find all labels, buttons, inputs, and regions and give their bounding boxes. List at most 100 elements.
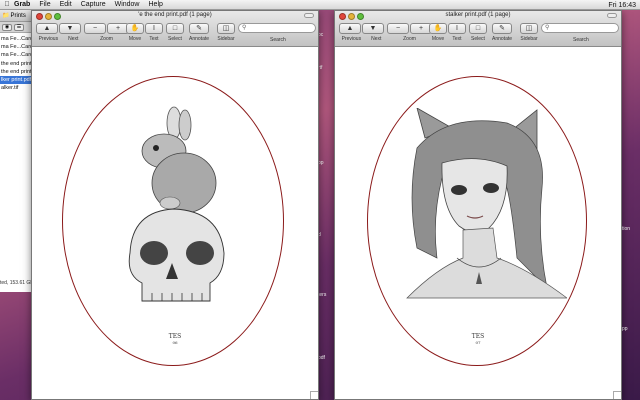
text-label: Text — [452, 36, 462, 42]
annotate-tool: ✎ Annotate — [492, 23, 512, 42]
text-cursor-icon[interactable]: I — [145, 23, 163, 34]
cat-girl-drawing — [406, 108, 567, 299]
sidebar-icon[interactable]: ◫ — [520, 23, 538, 34]
menu-extras: Fri 16:43 — [608, 0, 636, 10]
menu-help[interactable]: Help — [149, 1, 163, 8]
next-label: Next — [371, 36, 382, 42]
zoom-group: − + Zoom — [387, 23, 432, 42]
artist-signature: TES 07 — [463, 333, 493, 345]
move-tool: ✋ Move — [429, 23, 447, 42]
clock[interactable]: Fri 16:43 — [608, 2, 636, 9]
previous-label: Previous — [341, 36, 362, 42]
sidebar-label: Sidebar — [217, 36, 235, 42]
zoom-group: − + Zoom — [84, 23, 129, 42]
previous-next-group: ▲ ▼ Previous Next — [36, 23, 81, 42]
previous-button[interactable]: ▲ — [339, 23, 361, 34]
preview-window-left: 'e the end print.pdf (1 page) ▲ ▼ Previo… — [31, 10, 319, 400]
finder-file-list: ma Fe...Cards ma Fe...Cards ma Fe...Card… — [0, 33, 33, 92]
list-item-selected[interactable]: lker print.pdf — [0, 76, 33, 85]
move-label: Move — [128, 36, 142, 42]
search-label: Search — [270, 37, 286, 43]
zoom-out-button[interactable]: − — [387, 23, 409, 34]
desktop-icon-label[interactable]: pdf — [318, 355, 325, 361]
list-item[interactable]: ma Fe...Cards — [0, 35, 33, 43]
search-input[interactable]: ⚲ — [541, 23, 619, 33]
sidebar-tool: ◫ Sidebar — [520, 23, 538, 42]
select-icon[interactable]: □ — [166, 23, 184, 34]
search-icon: ⚲ — [242, 25, 247, 31]
next-button[interactable]: ▼ — [362, 23, 384, 34]
toolbar-toggle-button[interactable] — [607, 13, 617, 18]
list-item[interactable]: the end print. — [0, 68, 33, 76]
annotate-label: Annotate — [492, 36, 513, 42]
finder-window: 📁 Prints ◉ ☰ ma Fe...Cards ma Fe...Cards… — [0, 10, 34, 292]
desktop-icon-label[interactable]: tion — [622, 226, 630, 232]
text-tool: I Text — [145, 23, 163, 42]
annotate-icon[interactable]: ✎ — [189, 23, 210, 34]
menu-window[interactable]: Window — [115, 1, 140, 8]
toolbar-toggle-button[interactable] — [304, 13, 314, 18]
previous-button[interactable]: ▲ — [36, 23, 58, 34]
previous-label: Previous — [38, 36, 59, 42]
move-tool: ✋ Move — [126, 23, 144, 42]
signature-year: 07 — [475, 340, 481, 345]
select-label: Select — [471, 36, 485, 42]
next-button[interactable]: ▼ — [59, 23, 81, 34]
select-icon[interactable]: □ — [469, 23, 487, 34]
hand-icon[interactable]: ✋ — [429, 23, 447, 34]
text-label: Text — [149, 36, 159, 42]
finder-toolbar: ◉ ☰ — [0, 22, 33, 33]
annotate-tool: ✎ Annotate — [189, 23, 209, 42]
apple-menu-icon[interactable]:  — [0, 1, 14, 8]
select-label: Select — [168, 36, 182, 42]
menu-file[interactable]: File — [39, 1, 50, 8]
select-tool: □ Select — [166, 23, 184, 42]
menu-capture[interactable]: Capture — [81, 1, 106, 8]
finder-title: 📁 Prints — [0, 10, 33, 22]
annotate-icon[interactable]: ✎ — [492, 23, 513, 34]
zoom-out-button[interactable]: − — [84, 23, 106, 34]
rabbit-skull-drawing — [128, 106, 225, 302]
desktop-icon-label[interactable]: ters — [318, 292, 326, 298]
zoom-label: Zoom — [403, 36, 416, 42]
sidebar-label: Sidebar — [520, 36, 538, 42]
zoom-label: Zoom — [100, 36, 113, 42]
resize-handle[interactable] — [613, 391, 621, 399]
next-label: Next — [68, 36, 79, 42]
signature-text: TES — [471, 333, 485, 340]
window-title: 'e the end print.pdf (1 page) — [138, 12, 212, 18]
list-item[interactable]: ma Fe...Cards — [0, 43, 33, 51]
list-item[interactable]: ma Fe...Cards — [0, 51, 33, 59]
sidebar-tool: ◫ Sidebar — [217, 23, 235, 42]
list-item[interactable]: alker.tif — [0, 84, 33, 92]
signature-text: TES — [168, 333, 182, 340]
sidebar-icon[interactable]: ◫ — [217, 23, 235, 34]
desktop-icon-label[interactable]: pp — [622, 326, 628, 332]
finder-title-text: Prints — [10, 12, 26, 19]
preview-window-right: stalker print.pdf (1 page) ▲ ▼ Previous … — [334, 10, 622, 400]
text-cursor-icon[interactable]: I — [448, 23, 466, 34]
select-tool: □ Select — [469, 23, 487, 42]
text-tool: I Text — [448, 23, 466, 42]
search-icon: ⚲ — [545, 25, 550, 31]
window-toolbar: 'e the end print.pdf (1 page) ▲ ▼ Previo… — [32, 11, 318, 47]
search-input[interactable]: ⚲ — [238, 23, 316, 33]
list-item[interactable]: the end print. — [0, 60, 33, 68]
annotate-label: Annotate — [189, 36, 210, 42]
eye-icon[interactable]: ◉ — [2, 23, 12, 31]
signature-year: 06 — [172, 340, 178, 345]
menu-app-name[interactable]: Grab — [14, 1, 30, 8]
hand-icon[interactable]: ✋ — [126, 23, 144, 34]
search-label: Search — [573, 37, 589, 43]
resize-handle[interactable] — [310, 391, 318, 399]
document-page: TES 06 — [32, 48, 318, 399]
move-label: Move — [431, 36, 445, 42]
window-toolbar: stalker print.pdf (1 page) ▲ ▼ Previous … — [335, 11, 621, 47]
window-title: stalker print.pdf (1 page) — [445, 12, 511, 18]
folder-icon: 📁 — [2, 13, 10, 19]
list-view-icon[interactable]: ☰ — [14, 23, 24, 31]
document-page: TES 07 — [335, 48, 621, 399]
menu-edit[interactable]: Edit — [60, 1, 72, 8]
previous-next-group: ▲ ▼ Previous Next — [339, 23, 384, 42]
finder-status: ted, 153.61 GB — [0, 280, 34, 286]
